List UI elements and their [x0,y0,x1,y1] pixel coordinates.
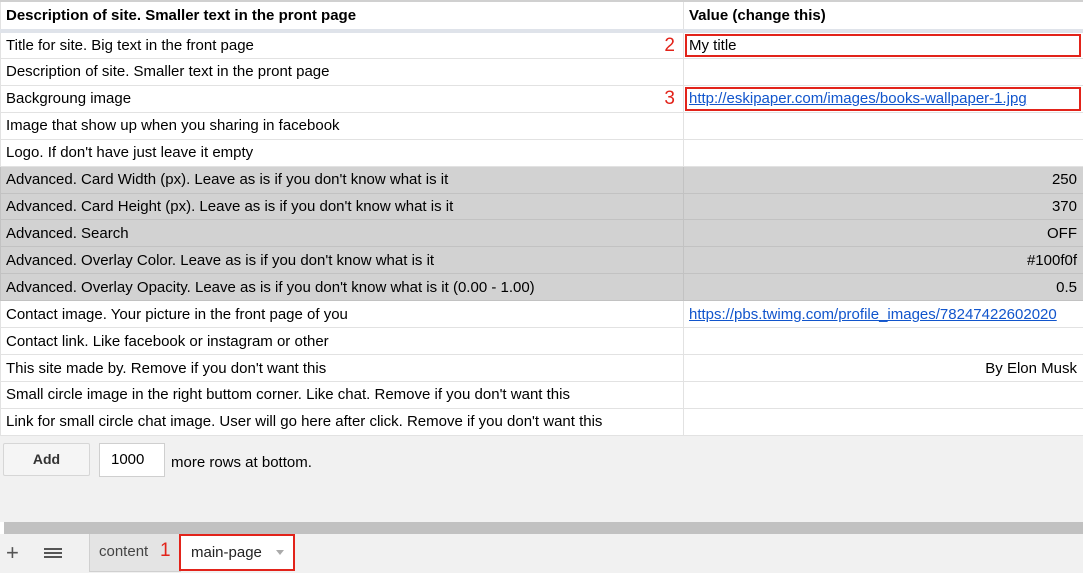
sheet-tab-bar: + content 1 main-page [0,534,1083,573]
value-cell[interactable] [683,112,1083,140]
label-cell[interactable]: This site made by. Remove if you don't w… [0,354,684,382]
label-text: Backgroung image [6,90,132,108]
list-icon-line [44,552,62,554]
table-row-advanced: Advanced. Card Width (px). Leave as is i… [0,166,1083,194]
table-row: Contact link. Like facebook or instagram… [0,327,1083,356]
value-cell-background-link[interactable]: http://eskipaper.com/images/books-wallpa… [683,85,1083,113]
label-cell[interactable]: Advanced. Overlay Opacity. Leave as is i… [0,273,684,302]
tab-main-page[interactable]: main-page [179,534,295,571]
table-row-advanced: Advanced. Card Height (px). Leave as is … [0,193,1083,221]
chevron-down-icon[interactable] [276,550,284,555]
label-cell[interactable]: Advanced. Search [0,219,684,248]
header-description-cell[interactable]: Description of site. Smaller text in the… [0,0,684,34]
value-cell-contact-image-link[interactable]: https://pbs.twimg.com/profile_images/782… [683,300,1083,329]
table-row: Title for site. Big text in the front pa… [0,31,1083,59]
add-rows-bar: Add 1000 more rows at bottom. [0,436,1083,522]
header-row: Description of site. Smaller text in the… [0,0,1083,34]
table-row: This site made by. Remove if you don't w… [0,354,1083,382]
add-rows-button[interactable]: Add [3,443,90,476]
table-row-advanced: Advanced. Overlay Opacity. Leave as is i… [0,273,1083,302]
label-cell[interactable]: Advanced. Card Width (px). Leave as is i… [0,166,684,194]
background-image-link[interactable]: http://eskipaper.com/images/books-wallpa… [689,90,1027,107]
tab-main-page-label: main-page [191,544,262,561]
table-row: Logo. If don't have just leave it empty [0,139,1083,167]
table-row: Description of site. Smaller text in the… [0,58,1083,86]
table-row: Backgroung image 3 http://eskipaper.com/… [0,85,1083,113]
table-row: Contact image. Your picture in the front… [0,300,1083,329]
value-cell[interactable]: #100f0f [683,246,1083,275]
label-cell[interactable]: Link for small circle chat image. User w… [0,408,684,437]
table-row-advanced: Advanced. Overlay Color. Leave as is if … [0,246,1083,275]
value-cell[interactable]: 250 [683,166,1083,194]
label-cell[interactable]: Logo. If don't have just leave it empty [0,139,684,167]
list-icon-line [44,548,62,550]
table-row-advanced: Advanced. Search OFF [0,219,1083,248]
header-value-cell[interactable]: Value (change this) [683,0,1083,34]
value-cell[interactable] [683,408,1083,437]
label-cell[interactable]: Title for site. Big text in the front pa… [0,31,684,59]
value-cell[interactable] [683,327,1083,356]
value-cell[interactable]: 370 [683,193,1083,221]
value-cell[interactable] [683,139,1083,167]
value-cell[interactable]: 0.5 [683,273,1083,302]
value-cell-title[interactable]: My title [683,31,1083,59]
annotation-marker-2: 2 [664,35,675,57]
highlight-box [685,34,1081,57]
spreadsheet-grid: Description of site. Smaller text in the… [0,0,1083,437]
list-icon[interactable] [44,548,62,561]
label-cell[interactable]: Image that show up when you sharing in f… [0,112,684,140]
list-icon-line [44,556,62,558]
table-row: Link for small circle chat image. User w… [0,408,1083,437]
label-cell[interactable]: Description of site. Smaller text in the… [0,58,684,86]
value-cell[interactable] [683,381,1083,409]
label-cell[interactable]: Contact image. Your picture in the front… [0,300,684,329]
value-cell[interactable] [683,58,1083,86]
label-cell[interactable]: Backgroung image 3 [0,85,684,113]
label-cell[interactable]: Small circle image in the right buttom c… [0,381,684,409]
rows-count-input[interactable]: 1000 [99,443,165,477]
more-rows-label: more rows at bottom. [171,454,312,471]
label-cell[interactable]: Advanced. Overlay Color. Leave as is if … [0,246,684,275]
table-row: Image that show up when you sharing in f… [0,112,1083,140]
plus-icon[interactable]: + [6,542,19,564]
label-text: Title for site. Big text in the front pa… [6,37,254,55]
annotation-marker-1: 1 [160,540,171,561]
value-text: My title [689,37,737,55]
table-row: Small circle image in the right buttom c… [0,381,1083,409]
horizontal-scrollbar[interactable] [4,522,1083,534]
label-cell[interactable]: Contact link. Like facebook or instagram… [0,327,684,356]
label-cell[interactable]: Advanced. Card Height (px). Leave as is … [0,193,684,221]
annotation-marker-3: 3 [664,87,675,109]
value-cell[interactable]: OFF [683,219,1083,248]
value-cell[interactable]: By Elon Musk [683,354,1083,382]
